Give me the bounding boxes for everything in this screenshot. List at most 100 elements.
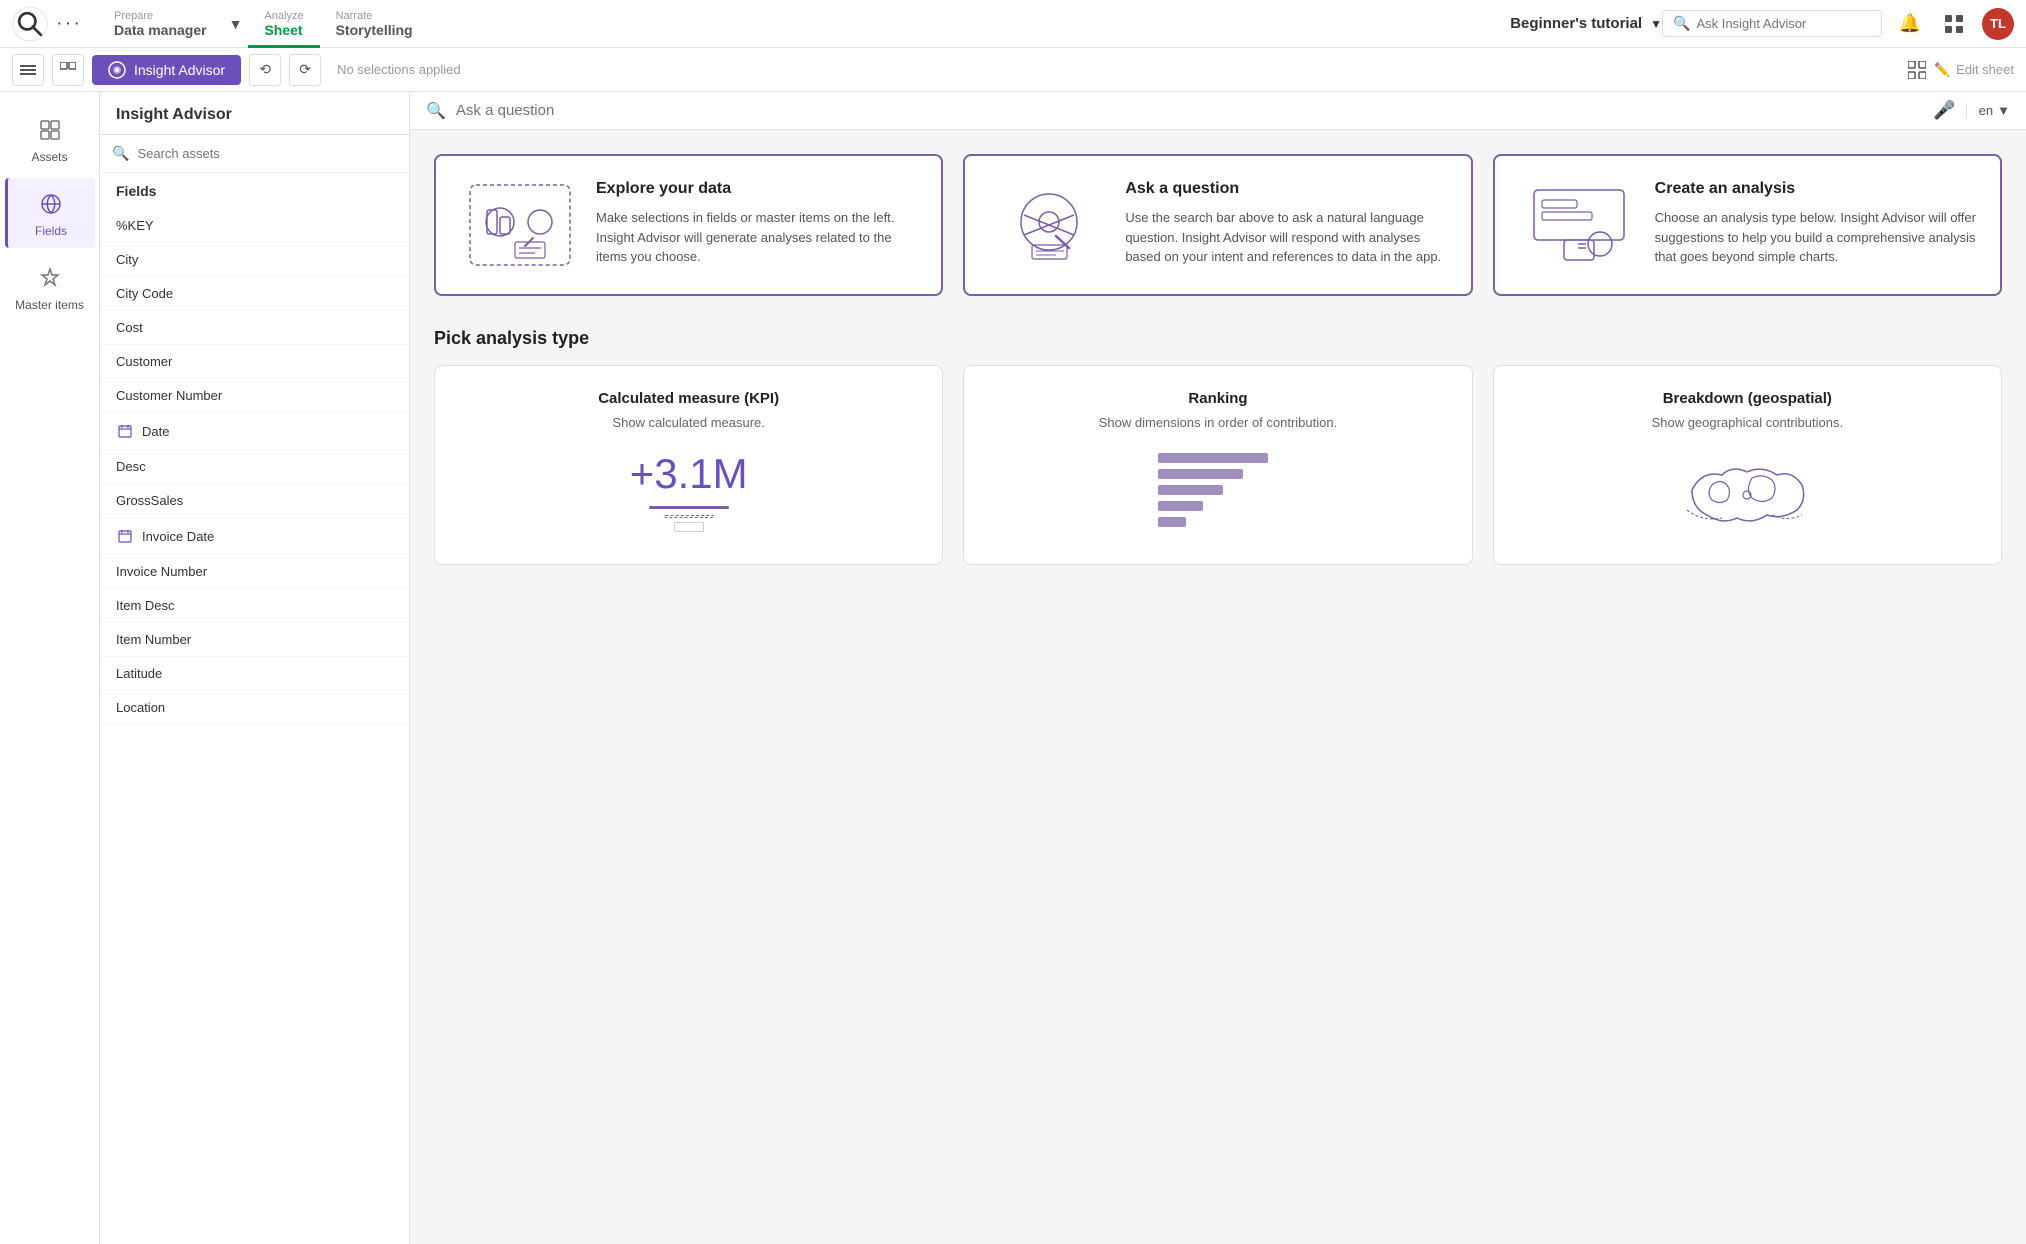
sidebar-master-label: Master items: [15, 298, 84, 312]
field-item-invoice-date[interactable]: Invoice Date: [100, 518, 409, 555]
fields-section-header: Fields: [100, 173, 409, 209]
back-icon[interactable]: ⟲: [249, 54, 281, 86]
tab-narrate-sub: Storytelling: [336, 22, 413, 38]
panel-toggle-icon[interactable]: [12, 54, 44, 86]
left-panel: Assets Fields Master items: [0, 92, 100, 1244]
analysis-card-kpi[interactable]: Calculated measure (KPI) Show calculated…: [434, 365, 943, 565]
insight-search-bar[interactable]: 🔍: [1662, 10, 1882, 37]
analysis-cards-row: Calculated measure (KPI) Show calculated…: [434, 365, 2002, 565]
master-items-icon: [34, 262, 66, 294]
field-item-city-code[interactable]: City Code: [100, 277, 409, 311]
search-assets-input[interactable]: [137, 146, 397, 161]
tab-prepare-arrow[interactable]: ▼: [223, 0, 249, 48]
geo-card-title: Breakdown (geospatial): [1663, 390, 1832, 407]
field-label-gross-sales: GrossSales: [116, 493, 183, 508]
app-title-chevron[interactable]: ▼: [1650, 17, 1662, 31]
ranking-bars: [1158, 453, 1278, 527]
ask-card-title: Ask a question: [1125, 180, 1446, 198]
field-item-latitude[interactable]: Latitude: [100, 657, 409, 691]
field-item-item-desc[interactable]: Item Desc: [100, 589, 409, 623]
sidebar-item-master-items[interactable]: Master items: [5, 252, 95, 322]
kpi-value: +3.1M: [630, 450, 748, 498]
tab-prepare-label: Prepare: [114, 10, 207, 22]
field-item-city[interactable]: City: [100, 243, 409, 277]
top-nav: ··· Prepare Data manager ▼ Analyze Sheet…: [0, 0, 2026, 48]
mic-icon[interactable]: 🎤: [1933, 100, 1955, 121]
fields-icon: [35, 188, 67, 220]
language-select[interactable]: en ▼: [1966, 103, 2010, 118]
create-card-title: Create an analysis: [1655, 180, 1976, 198]
sidebar-fields-label: Fields: [35, 224, 67, 238]
field-label-city-code: City Code: [116, 286, 173, 301]
field-item-gross-sales[interactable]: GrossSales: [100, 484, 409, 518]
ranking-card-title: Ranking: [1188, 390, 1247, 407]
field-item-key[interactable]: %KEY: [100, 209, 409, 243]
kpi-small-box: [674, 522, 704, 532]
toolbar2: Insight Advisor ⟲ ⟳ No selections applie…: [0, 48, 2026, 92]
apps-grid-icon[interactable]: [1938, 8, 1970, 40]
insight-advisor-tab[interactable]: Insight Advisor: [92, 55, 241, 85]
field-label-customer-number: Customer Number: [116, 388, 222, 403]
explore-card-content: Explore your data Make selections in fie…: [596, 180, 917, 267]
ranking-bar-5: [1158, 517, 1278, 527]
fields-list: %KEYCity City Code Cost Customer Customer Nu…: [100, 209, 409, 1244]
tab-prepare[interactable]: Prepare Data manager: [98, 0, 223, 48]
kpi-bar: [649, 506, 729, 509]
explore-card-title: Explore your data: [596, 180, 917, 198]
create-card: Create an analysis Choose an analysis ty…: [1493, 154, 2002, 296]
field-label-item-desc: Item Desc: [116, 598, 175, 613]
ranking-visual: [988, 450, 1447, 530]
explore-card-icon: [460, 180, 580, 270]
sidebar-item-assets[interactable]: Assets: [5, 104, 95, 174]
tab-narrate[interactable]: Narrate Storytelling: [320, 0, 429, 48]
create-card-content: Create an analysis Choose an analysis ty…: [1655, 180, 1976, 267]
content-body: Explore your data Make selections in fie…: [410, 130, 2026, 589]
app-title[interactable]: Beginner's tutorial: [1510, 15, 1642, 32]
field-label-item-number: Item Number: [116, 632, 191, 647]
forward-icon[interactable]: ⟳: [289, 54, 321, 86]
search-assets-bar[interactable]: 🔍: [100, 135, 409, 173]
insight-search-input[interactable]: [1696, 16, 1871, 31]
question-search-icon: 🔍: [426, 101, 446, 121]
field-item-invoice-number[interactable]: Invoice Number: [100, 555, 409, 589]
assets-icon: [34, 114, 66, 146]
field-item-cost[interactable]: Cost: [100, 311, 409, 345]
analysis-section-title: Pick analysis type: [434, 328, 2002, 349]
field-item-desc[interactable]: Desc: [100, 450, 409, 484]
field-item-customer-number[interactable]: Customer Number: [100, 379, 409, 413]
field-item-customer[interactable]: Customer: [100, 345, 409, 379]
field-item-date[interactable]: Date: [100, 413, 409, 450]
create-card-icon: [1519, 180, 1639, 270]
geo-visual: [1518, 450, 1977, 540]
nav-more-icon[interactable]: ···: [56, 12, 82, 35]
field-item-item-number[interactable]: Item Number: [100, 623, 409, 657]
field-label-location: Location: [116, 700, 165, 715]
field-label-invoice-date: Invoice Date: [142, 529, 214, 544]
nav-center: Beginner's tutorial ▼: [1510, 15, 1662, 32]
sidebar-item-fields[interactable]: Fields: [5, 178, 95, 248]
nav-tabs: Prepare Data manager ▼ Analyze Sheet Nar…: [98, 0, 1510, 48]
ranking-bar-3: [1158, 485, 1278, 495]
question-bar: 🔍 🎤 en ▼: [410, 92, 2026, 130]
ranking-bar-2: [1158, 469, 1278, 479]
edit-sheet-btn[interactable]: ✏️ Edit sheet: [1934, 62, 2014, 78]
field-item-location[interactable]: Location: [100, 691, 409, 725]
analysis-card-geo[interactable]: Breakdown (geospatial) Show geographical…: [1493, 365, 2002, 565]
explore-card: Explore your data Make selections in fie…: [434, 154, 943, 296]
ask-card: Ask a question Use the search bar above …: [963, 154, 1472, 296]
no-selections-label: No selections applied: [337, 62, 461, 77]
tab-analyze[interactable]: Analyze Sheet: [248, 0, 319, 48]
tab-analyze-sub: Sheet: [264, 22, 303, 38]
ranking-card-desc: Show dimensions in order of contribution…: [1099, 415, 1337, 430]
field-label-cost: Cost: [116, 320, 143, 335]
edit-icon: ✏️: [1934, 62, 1950, 78]
qlik-logo[interactable]: [12, 6, 56, 42]
question-input[interactable]: [456, 102, 1923, 119]
ranking-bar-1: [1158, 453, 1278, 463]
grid-view-btn[interactable]: [1908, 61, 1926, 79]
analysis-card-ranking[interactable]: Ranking Show dimensions in order of cont…: [963, 365, 1472, 565]
avatar[interactable]: TL: [1982, 8, 2014, 40]
notification-icon[interactable]: 🔔: [1894, 8, 1926, 40]
layout-icon[interactable]: [52, 54, 84, 86]
ranking-bar-4: [1158, 501, 1278, 511]
